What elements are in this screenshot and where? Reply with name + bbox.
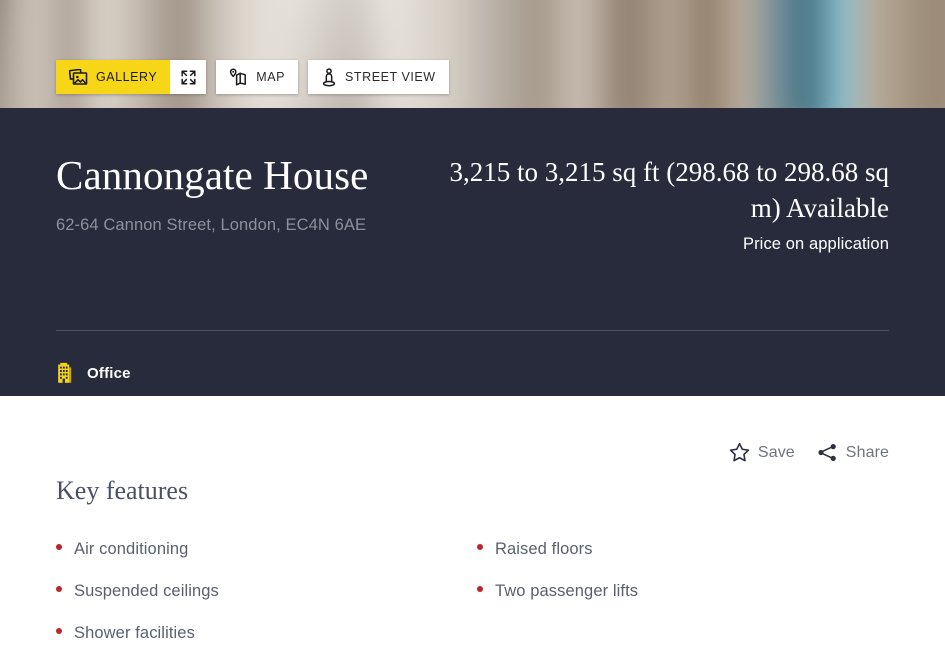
gallery-button-label: GALLERY	[96, 70, 158, 84]
bullet-icon	[56, 544, 62, 550]
gallery-button[interactable]: GALLERY	[56, 60, 171, 94]
action-bar: Save Share	[729, 442, 889, 463]
bullet-icon	[477, 586, 483, 592]
gallery-control-group: GALLERY	[56, 60, 207, 94]
price-label: Price on application	[742, 235, 889, 253]
expand-button[interactable]	[170, 60, 207, 94]
hero-view-controls: GALLERY MAP STREET VIEW	[56, 60, 449, 94]
page-title: Cannongate House	[56, 152, 369, 198]
property-listing-page: GALLERY MAP STREET VIEW Cannongate House…	[0, 0, 945, 663]
key-features-title: Key features	[56, 476, 189, 505]
property-address: 62-64 Cannon Street, London, EC4N 6AE	[56, 216, 367, 234]
feature-label: Two passenger lifts	[495, 582, 639, 600]
list-item: Raised floors	[477, 540, 889, 582]
share-nodes-icon	[817, 443, 838, 462]
size-price-block: 3,215 to 3,215 sq ft (298.68 to 298.68 s…	[419, 154, 889, 254]
share-button-label: Share	[845, 443, 889, 461]
save-button[interactable]: Save	[729, 442, 795, 463]
save-button-label: Save	[757, 443, 795, 461]
property-type-label: Office	[87, 364, 131, 382]
gallery-photos-icon	[69, 68, 88, 86]
hero-image-banner: GALLERY MAP STREET VIEW	[0, 0, 945, 108]
map-button[interactable]: MAP	[216, 60, 299, 94]
feature-label: Suspended ceilings	[74, 582, 219, 600]
map-button-label: MAP	[256, 70, 286, 84]
bullet-icon	[477, 544, 483, 550]
feature-label: Shower facilities	[74, 624, 195, 642]
property-header-panel: Cannongate House 62-64 Cannon Street, Lo…	[0, 108, 945, 396]
list-item: Shower facilities	[56, 624, 468, 663]
available-size: 3,215 to 3,215 sq ft (298.68 to 298.68 s…	[449, 157, 889, 223]
office-building-icon	[56, 362, 73, 384]
feature-label: Air conditioning	[74, 540, 189, 558]
bullet-icon	[56, 628, 62, 634]
share-button[interactable]: Share	[817, 443, 889, 462]
expand-fullscreen-icon	[180, 69, 197, 86]
street-view-pegman-icon	[321, 67, 337, 87]
street-view-button[interactable]: STREET VIEW	[308, 60, 449, 94]
list-item: Two passenger lifts	[477, 582, 889, 624]
list-item: Air conditioning	[56, 540, 468, 582]
list-item: Suspended ceilings	[56, 582, 468, 624]
bullet-icon	[56, 586, 62, 592]
title-block: Cannongate House 62-64 Cannon Street, Lo…	[56, 152, 436, 237]
key-features-list: Air conditioning Raised floors Suspended…	[56, 540, 889, 663]
header-divider	[56, 330, 889, 331]
street-view-button-label: STREET VIEW	[345, 70, 436, 84]
star-outline-icon	[729, 442, 750, 463]
property-type-tag: Office	[56, 362, 131, 384]
feature-label: Raised floors	[495, 540, 593, 558]
map-pin-icon	[229, 68, 248, 86]
